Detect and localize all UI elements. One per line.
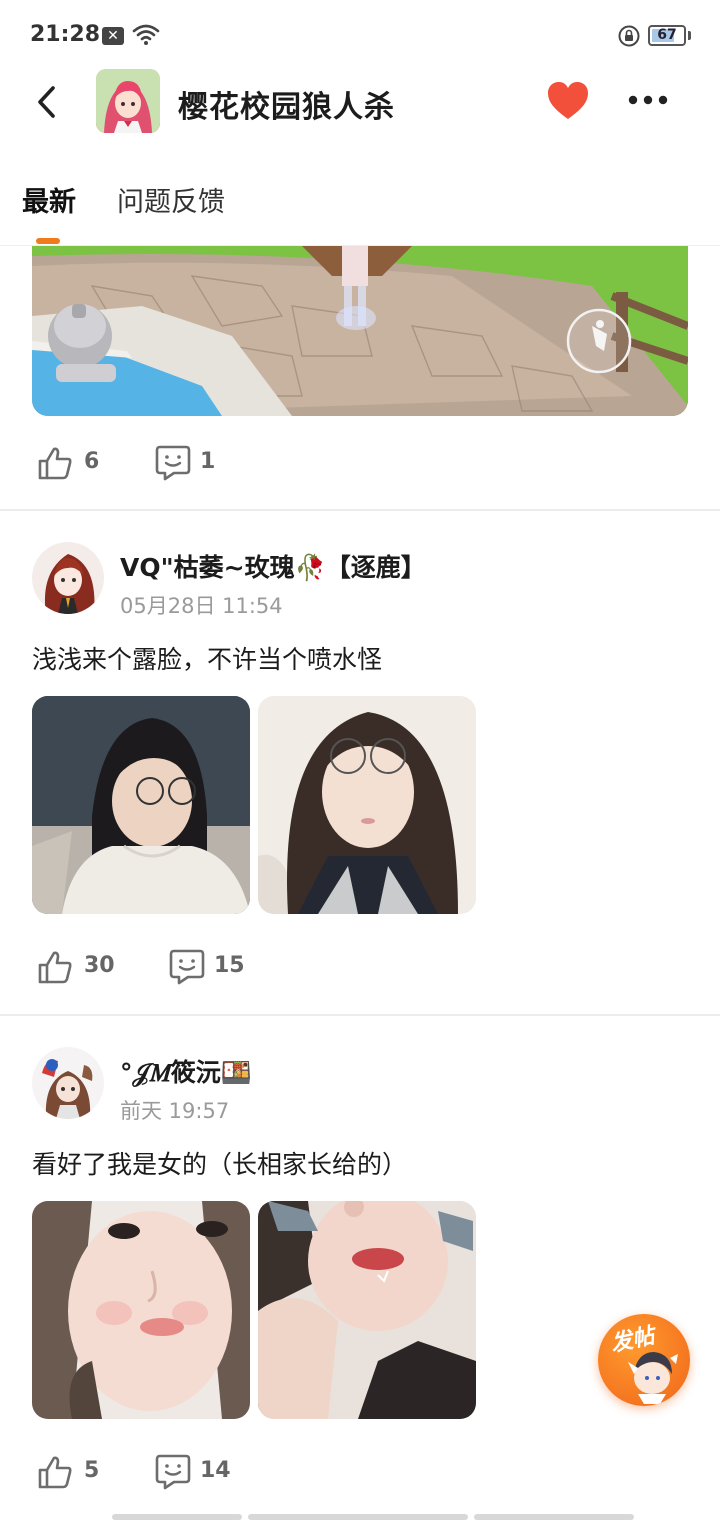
battery-icon: 67 xyxy=(648,25,686,46)
comment-count: 14 xyxy=(200,1458,231,1483)
post-divider xyxy=(0,1014,720,1016)
rotation-lock-icon xyxy=(617,24,641,52)
chevron-left-icon xyxy=(38,86,55,118)
post-actions: 6 1 xyxy=(36,444,236,484)
thumbs-up-icon xyxy=(38,951,72,984)
post-divider xyxy=(0,509,720,511)
like-count: 6 xyxy=(84,449,100,474)
post-image[interactable] xyxy=(32,246,688,416)
more-dots-icon xyxy=(628,95,668,105)
new-post-button[interactable]: 发帖 xyxy=(598,1314,690,1406)
nav-gesture-bar xyxy=(248,1514,468,1520)
nav-gesture-bar xyxy=(112,1514,242,1520)
back-button[interactable] xyxy=(28,80,68,124)
post-photo-2[interactable] xyxy=(258,1201,476,1419)
nav-gesture-bar xyxy=(474,1514,634,1520)
status-bar: 21:28 ✕ 67 xyxy=(0,0,720,70)
status-time: 21:28 xyxy=(30,22,101,47)
like-count: 30 xyxy=(84,953,115,978)
tab-feedback[interactable]: 问题反馈 xyxy=(117,180,225,219)
tab-latest[interactable]: 最新 xyxy=(22,180,76,219)
like-button[interactable] xyxy=(36,1453,74,1495)
post-text[interactable]: 看好了我是女的（长相家长给的） xyxy=(32,1145,407,1181)
post-photo-1[interactable] xyxy=(32,696,250,914)
post-text[interactable]: 浅浅来个露脸，不许当个喷水怪 xyxy=(32,640,382,676)
username[interactable]: VQ"枯萎~玫瑰🥀【逐鹿】 xyxy=(120,548,426,584)
comment-icon xyxy=(169,949,205,985)
thumbs-up-icon xyxy=(38,1456,72,1489)
comment-icon xyxy=(155,445,191,481)
post-actions: 5 14 xyxy=(36,1453,256,1493)
group-title: 樱花校园狼人杀 xyxy=(178,90,395,125)
comment-button[interactable] xyxy=(168,948,206,990)
battery-tip xyxy=(688,31,691,40)
favorite-button[interactable] xyxy=(546,80,590,122)
notification-icon: ✕ xyxy=(102,27,124,45)
mascot-icon xyxy=(628,1352,678,1404)
like-button[interactable] xyxy=(36,948,74,990)
timestamp: 前天 19:57 xyxy=(120,1099,230,1123)
comment-button[interactable] xyxy=(154,1453,192,1495)
wifi-icon xyxy=(132,22,160,50)
comment-count: 15 xyxy=(214,953,245,978)
post-photo-2[interactable] xyxy=(258,696,476,914)
tab-indicator xyxy=(36,238,60,244)
heart-icon xyxy=(548,82,588,119)
post-photo-1[interactable] xyxy=(32,1201,250,1419)
tab-bar: 最新 问题反馈 xyxy=(0,160,720,246)
timestamp: 05月28日 11:54 xyxy=(120,594,283,618)
more-button[interactable] xyxy=(626,90,670,110)
comment-count: 1 xyxy=(200,449,216,474)
like-count: 5 xyxy=(84,1458,100,1483)
header: 樱花校园狼人杀 xyxy=(0,62,720,142)
like-button[interactable] xyxy=(36,444,74,486)
avatar[interactable] xyxy=(32,1047,104,1119)
group-avatar[interactable] xyxy=(96,69,160,133)
avatar[interactable] xyxy=(32,542,104,614)
comment-icon xyxy=(155,1454,191,1490)
post-actions: 30 15 xyxy=(36,948,256,988)
comment-button[interactable] xyxy=(154,444,192,486)
thumbs-up-icon xyxy=(38,447,72,480)
username[interactable]: °𝒥𝑀筱沅🍱 xyxy=(120,1053,252,1089)
battery-percent: 67 xyxy=(657,27,677,43)
